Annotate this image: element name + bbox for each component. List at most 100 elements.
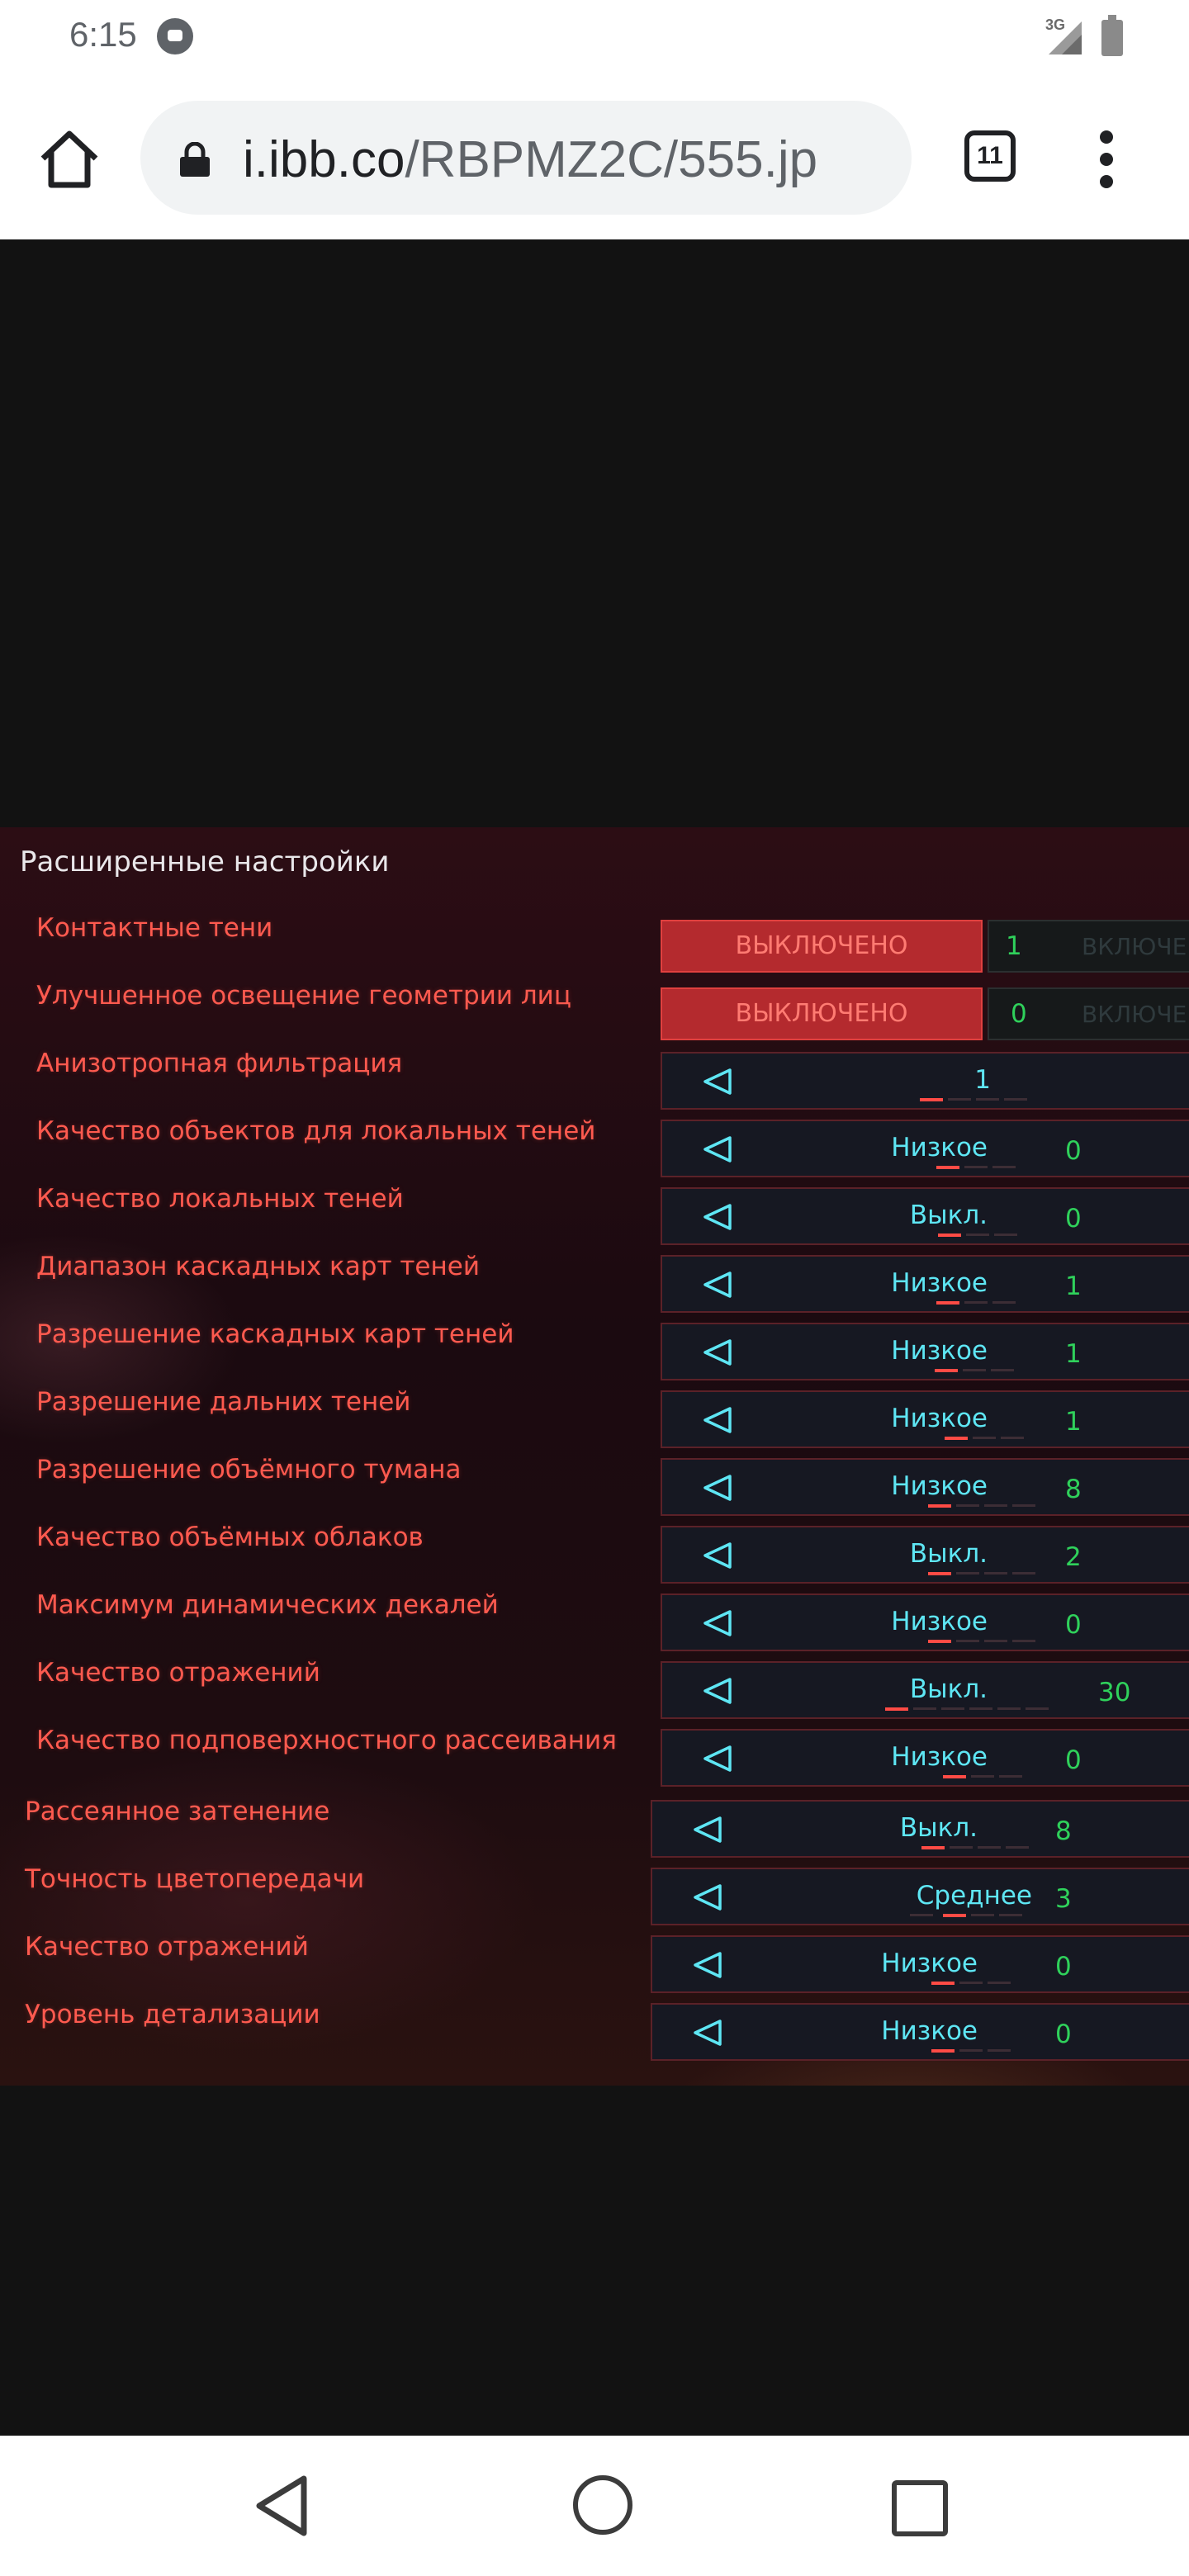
- setting-label: Диапазон каскадных карт теней: [36, 1252, 480, 1281]
- toggle-off-label: ВЫКЛЮЧЕНО: [735, 931, 908, 960]
- setting-selector[interactable]: Низкое 1: [661, 1255, 1189, 1313]
- setting-selector[interactable]: 1: [661, 1052, 1189, 1110]
- selector-value: Низкое: [881, 1949, 978, 1978]
- setting-label: Рассеянное затенение: [25, 1797, 330, 1826]
- selector-value: Низкое: [891, 1742, 988, 1772]
- setting-label: Разрешение объёмного тумана: [36, 1455, 462, 1485]
- selector-number: 3: [1055, 1884, 1072, 1914]
- setting-label: Качество локальных теней: [36, 1184, 404, 1214]
- level-indicator: [920, 1166, 1027, 1169]
- setting-selector[interactable]: Выкл. 8: [651, 1800, 1189, 1858]
- selector-number: 2: [1065, 1542, 1082, 1572]
- level-indicator: [920, 1572, 1035, 1575]
- selector-number: 1: [1065, 1271, 1082, 1301]
- lock-icon: [180, 142, 210, 177]
- setting-selector[interactable]: Низкое 1: [661, 1323, 1189, 1380]
- setting-label: Разрешение каскадных карт теней: [36, 1319, 514, 1349]
- image-viewport: Расширенные настройки Контактные тени ВЫ…: [0, 239, 1189, 2436]
- setting-label: Качество объектов для локальных теней: [36, 1116, 596, 1146]
- setting-selector[interactable]: Низкое 0: [661, 1120, 1189, 1177]
- system-nav-bar: [0, 2436, 1189, 2576]
- toggle-off-button[interactable]: ВЫКЛЮЧЕНО: [661, 920, 983, 973]
- toggle-on-button[interactable]: 1 ВКЛЮЧЕНО: [988, 920, 1189, 973]
- level-indicator: [920, 1301, 1027, 1305]
- selector-number: 0: [1055, 2020, 1072, 2049]
- setting-label: Анизотропная фильтрация: [36, 1049, 403, 1078]
- url-path: /RBPMZ2C/555.jp: [405, 131, 818, 188]
- selector-value: 1: [974, 1065, 991, 1095]
- level-indicator: [920, 1098, 1027, 1101]
- back-icon[interactable]: [253, 2474, 310, 2538]
- level-indicator: [920, 1437, 1027, 1440]
- selector-number: 1: [1065, 1407, 1082, 1437]
- toggle-on-label: ВКЛЮЧЕНО: [1082, 933, 1189, 960]
- level-indicator: [920, 1640, 1035, 1643]
- level-indicator: [910, 2049, 1017, 2053]
- tab-count: 11: [977, 142, 1003, 169]
- status-time: 6:15: [69, 15, 137, 54]
- selector-value: Выкл.: [899, 1813, 978, 1843]
- selector-number: 0: [1055, 1952, 1072, 1982]
- recents-icon[interactable]: [892, 2480, 948, 2536]
- home-circle-icon[interactable]: [573, 2475, 632, 2535]
- selector-number: 0: [1065, 1745, 1082, 1775]
- toggle-off-button[interactable]: ВЫКЛЮЧЕНО: [661, 987, 983, 1040]
- setting-selector[interactable]: Выкл. 0: [661, 1187, 1189, 1245]
- selector-value: Среднее: [916, 1881, 1032, 1911]
- level-indicator: [910, 1914, 1022, 1917]
- setting-selector[interactable]: Низкое 0: [661, 1729, 1189, 1787]
- setting-label: Качество отражений: [25, 1932, 309, 1962]
- selector-value: Низкое: [891, 1607, 988, 1636]
- level-indicator: [920, 1369, 1027, 1372]
- toggle-on-label: ВКЛЮЧЕНО: [1082, 1001, 1189, 1028]
- menu-icon[interactable]: [1095, 130, 1121, 188]
- setting-selector[interactable]: Низкое 0: [661, 1593, 1189, 1651]
- setting-label: Улучшенное освещение геометрии лиц: [36, 981, 571, 1011]
- setting-selector[interactable]: Среднее 3: [651, 1868, 1189, 1925]
- selector-number: 0: [1065, 1610, 1082, 1640]
- setting-selector[interactable]: Низкое 8: [661, 1458, 1189, 1516]
- browser-toolbar: i.ibb.co/RBPMZ2C/555.jp 11: [0, 76, 1189, 240]
- setting-selector[interactable]: Низкое 0: [651, 1935, 1189, 1993]
- selector-number: 8: [1065, 1475, 1082, 1504]
- setting-label: Качество объёмных облаков: [36, 1522, 424, 1552]
- address-bar[interactable]: i.ibb.co/RBPMZ2C/555.jp: [140, 101, 912, 215]
- level-indicator: [920, 1775, 1027, 1778]
- toggle-off-label: ВЫКЛЮЧЕНО: [735, 999, 908, 1028]
- level-indicator: [910, 1846, 1029, 1849]
- selector-value: Низкое: [891, 1336, 988, 1366]
- selector-value: Низкое: [891, 1133, 988, 1163]
- selector-number: 1: [1065, 1339, 1082, 1369]
- shield-app-icon: [157, 18, 193, 54]
- toggle-number: 0: [1011, 999, 1027, 1029]
- selector-value: Выкл.: [909, 1674, 988, 1704]
- setting-label: Качество подповерхностного рассеивания: [36, 1726, 617, 1755]
- battery-icon: [1101, 15, 1123, 56]
- setting-selector[interactable]: Выкл. 30: [661, 1661, 1189, 1719]
- toggle-number: 1: [1006, 931, 1022, 961]
- tabs-icon[interactable]: 11: [964, 130, 1016, 182]
- selector-number: 0: [1065, 1136, 1082, 1166]
- setting-selector[interactable]: Выкл. 2: [661, 1526, 1189, 1584]
- home-icon[interactable]: [36, 125, 102, 192]
- selector-value: Низкое: [881, 2016, 978, 2046]
- selector-number: 8: [1055, 1816, 1072, 1846]
- setting-selector[interactable]: Низкое 0: [651, 2003, 1189, 2061]
- panel-title: Расширенные настройки: [20, 845, 390, 878]
- setting-label: Качество отражений: [36, 1658, 320, 1688]
- url-host: i.ibb.co: [243, 131, 405, 188]
- setting-label: Максимум динамических декалей: [36, 1590, 499, 1620]
- selector-number: 30: [1098, 1678, 1131, 1707]
- setting-selector[interactable]: Низкое 1: [661, 1390, 1189, 1448]
- toggle-on-button[interactable]: 0 ВКЛЮЧЕНО: [988, 987, 1189, 1040]
- selector-number: 0: [1065, 1204, 1082, 1234]
- url-text: i.ibb.co/RBPMZ2C/555.jp: [243, 130, 817, 189]
- setting-label: Контактные тени: [36, 913, 273, 943]
- selector-value: Низкое: [891, 1268, 988, 1298]
- selector-value: Низкое: [891, 1471, 988, 1501]
- setting-label: Уровень детализации: [25, 2000, 320, 2029]
- signal-icon: [1049, 21, 1082, 54]
- selector-value: Выкл.: [909, 1539, 988, 1569]
- setting-label: Точность цветопередачи: [25, 1864, 365, 1894]
- level-indicator: [920, 1504, 1035, 1508]
